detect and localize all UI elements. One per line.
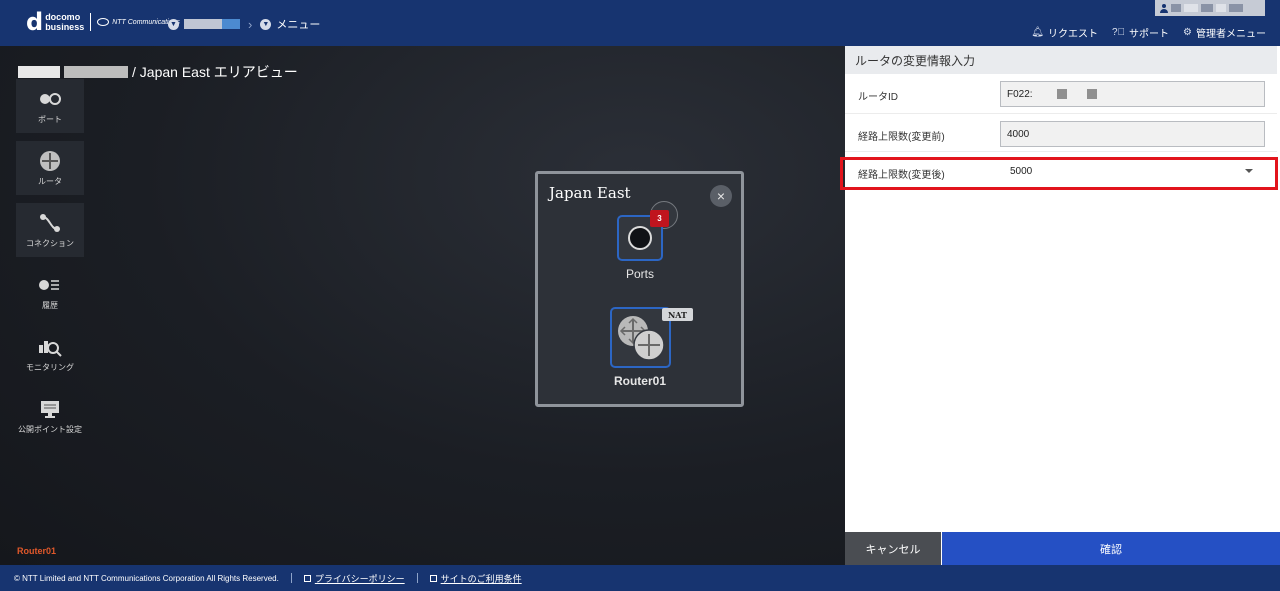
- monitoring-icon: [38, 336, 62, 358]
- router-pair-icon: [618, 316, 665, 361]
- logo-text: docomo business: [45, 12, 84, 32]
- logo-line2: business: [45, 22, 85, 32]
- nav-monitoring-label: モニタリング: [26, 362, 74, 372]
- route-limit-before-label: 経路上限数(変更前): [858, 132, 945, 143]
- chevron-right-icon: ›: [248, 16, 253, 32]
- nat-badge: NAT: [662, 308, 693, 321]
- router-id-field: F022:: [1000, 81, 1265, 107]
- area-view-canvas: / Japan East エリアビュー ポート ルータ コネクション 履歴 モニ…: [0, 46, 845, 565]
- request-label: リクエスト: [1047, 29, 1098, 40]
- nav-port-label: ポート: [38, 114, 62, 124]
- highlight-frame: [840, 157, 1278, 190]
- selected-router-label: Router01: [17, 546, 57, 556]
- router-id-row: ルータID F022:: [845, 76, 1277, 114]
- nav-history[interactable]: 履歴: [16, 265, 84, 319]
- admin-menu-link[interactable]: ⚙ 管理者メニュー: [1183, 25, 1266, 40]
- support-link[interactable]: ?⃝ サポート: [1112, 25, 1169, 40]
- user-account[interactable]: [1155, 0, 1265, 16]
- privacy-policy-link[interactable]: プライバシーポリシー: [303, 572, 405, 585]
- terms-label: サイトのご利用条件: [440, 573, 522, 584]
- user-icon: [1160, 3, 1168, 13]
- port-icon: [38, 88, 62, 110]
- redacted-user: [1184, 4, 1198, 12]
- menu-link[interactable]: メニュー: [276, 16, 320, 32]
- redacted-user: [1229, 4, 1243, 12]
- breadcrumb: ▼ › ▼ メニュー: [168, 16, 320, 32]
- router-node-label: Router01: [613, 374, 666, 388]
- router-id-value: F022:: [1007, 88, 1033, 100]
- nav-public-point-label: 公開ポイント設定: [18, 424, 82, 434]
- connection-icon: [38, 212, 62, 234]
- logo-separator: [90, 13, 92, 31]
- redacted-tenant: [184, 19, 222, 29]
- nav-history-label: 履歴: [42, 300, 58, 310]
- logo-line1: docomo: [45, 12, 81, 22]
- redacted-title: [18, 66, 60, 78]
- route-limit-before-field: 4000: [1000, 121, 1265, 147]
- redacted-user: [1216, 4, 1226, 12]
- cancel-button[interactable]: キャンセル: [845, 532, 941, 565]
- logo-d: d: [26, 8, 44, 36]
- nav-router-label: ルータ: [38, 176, 62, 186]
- confirm-button[interactable]: 確認: [942, 532, 1280, 565]
- bell-icon: 🔔︎: [1031, 27, 1044, 38]
- top-header: d docomo business NTT Communications ▼ ›…: [0, 0, 1280, 46]
- nav-public-point[interactable]: 公開ポイント設定: [16, 389, 84, 443]
- footer-separator: [290, 573, 292, 583]
- close-icon[interactable]: ×: [710, 185, 732, 207]
- admin-menu-label: 管理者メニュー: [1196, 29, 1266, 40]
- copyright-text: © NTT Limited and NTT Communications Cor…: [14, 573, 279, 583]
- footer-separator: [416, 573, 418, 583]
- route-limit-before-row: 経路上限数(変更前) 4000: [845, 114, 1277, 152]
- panel-title: ルータの変更情報入力: [845, 46, 1277, 74]
- router-change-panel: ルータの変更情報入力 ルータID F022: 経路上限数(変更前) 4000 経…: [845, 46, 1280, 565]
- nav-port[interactable]: ポート: [16, 79, 84, 133]
- redacted-tenant-2: [222, 19, 240, 29]
- redacted-user: [1171, 4, 1181, 12]
- nav-monitoring[interactable]: モニタリング: [16, 327, 84, 381]
- ports-count-badge: 3: [650, 210, 669, 227]
- request-link[interactable]: 🔔︎ リクエスト: [1031, 25, 1098, 40]
- external-window-icon: [303, 574, 311, 582]
- history-icon: [38, 274, 62, 296]
- redacted-user: [1201, 4, 1213, 12]
- ntt-mark-icon: [97, 18, 110, 26]
- page-title-text: / Japan East エリアビュー: [132, 64, 298, 80]
- terms-link[interactable]: サイトのご利用条件: [429, 572, 522, 585]
- redacted-id: [1086, 89, 1097, 99]
- left-nav: ポート ルータ コネクション 履歴 モニタリング 公開ポイント設定: [16, 79, 84, 451]
- external-window-icon: [429, 574, 437, 582]
- support-label: サポート: [1129, 29, 1170, 40]
- question-icon: ?⃝: [1111, 27, 1126, 38]
- redacted-id: [1056, 89, 1067, 99]
- redacted-title: [64, 66, 128, 78]
- docomo-business-logo[interactable]: d docomo business NTT Communications: [26, 8, 180, 36]
- nav-connection-label: コネクション: [26, 238, 74, 248]
- monitor-icon: [38, 398, 62, 420]
- nav-connection[interactable]: コネクション: [16, 203, 84, 257]
- privacy-policy-label: プライバシーポリシー: [314, 573, 405, 584]
- chevron-down-icon[interactable]: ▼: [260, 18, 272, 30]
- router-icon: [38, 150, 62, 172]
- port-ring-icon: [628, 226, 652, 250]
- gear-icon: ⚙: [1183, 27, 1192, 38]
- chevron-down-icon[interactable]: ▼: [168, 18, 179, 30]
- router-id-label: ルータID: [858, 92, 898, 103]
- page-footer: © NTT Limited and NTT Communications Cor…: [0, 565, 1280, 591]
- japan-east-area-card: Japan East × 3 Ports NAT Router01: [535, 171, 744, 407]
- nav-router[interactable]: ルータ: [16, 141, 84, 195]
- area-card-title: Japan East: [549, 184, 631, 202]
- ports-label: Ports: [625, 267, 654, 281]
- header-links: 🔔︎ リクエスト ?⃝ サポート ⚙ 管理者メニュー: [1031, 25, 1266, 40]
